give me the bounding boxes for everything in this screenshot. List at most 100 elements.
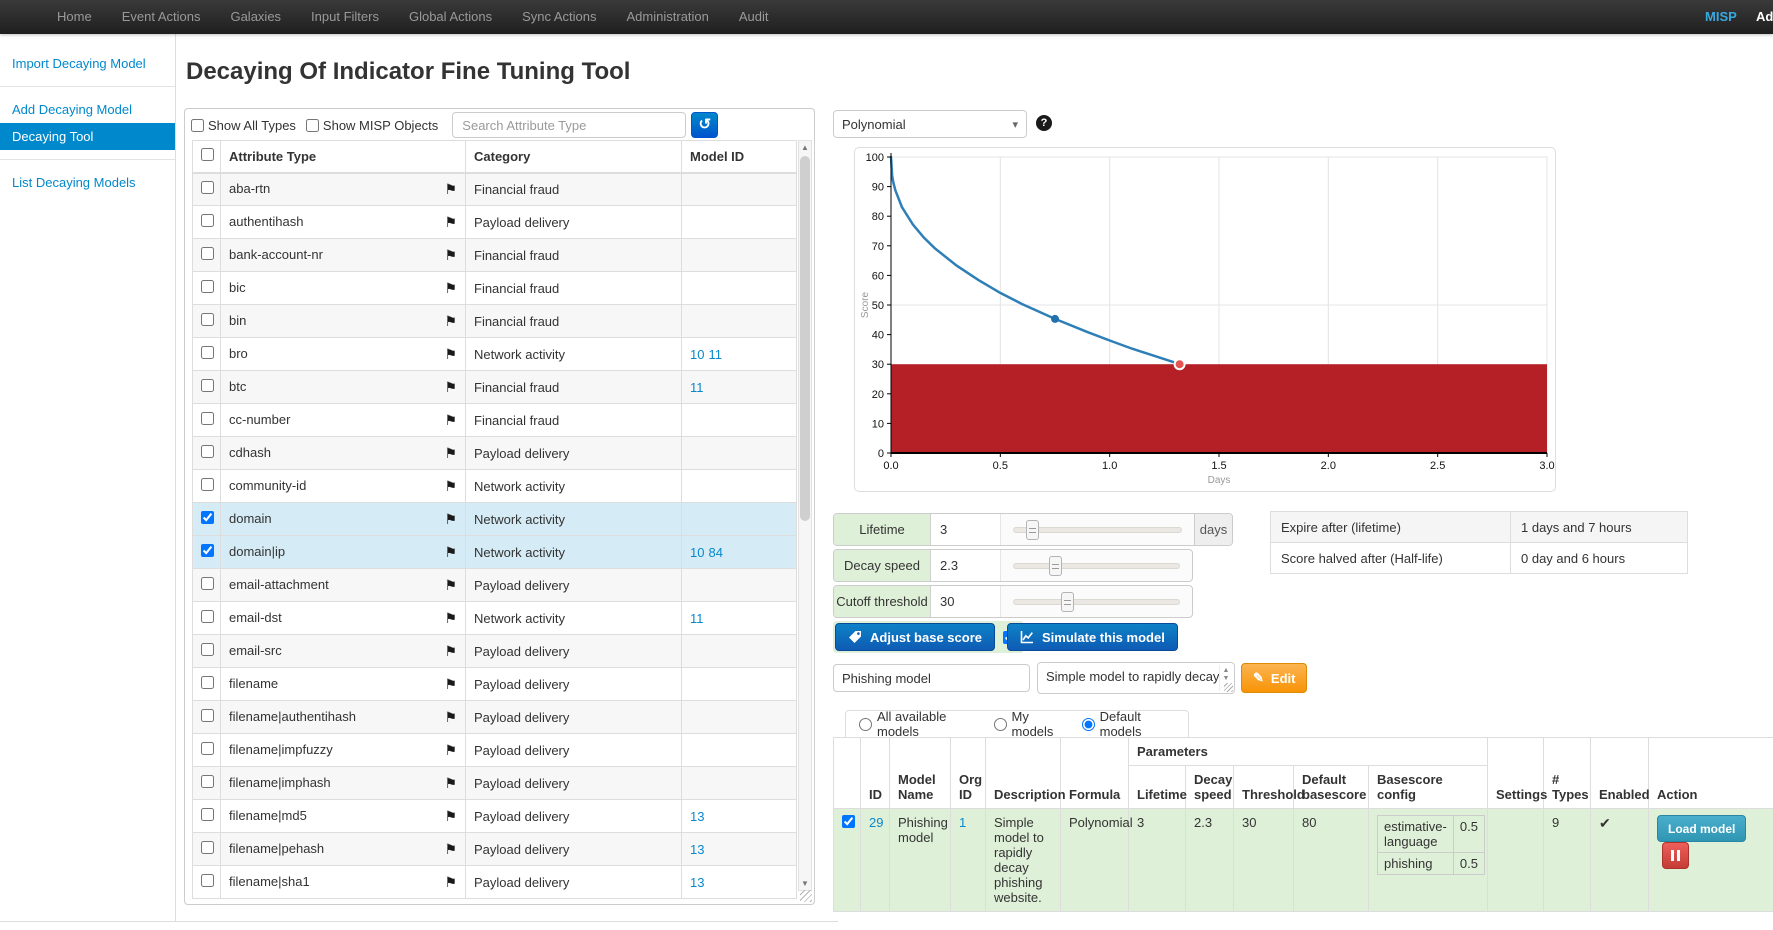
attribute-row-checkbox[interactable]	[201, 181, 214, 194]
textarea-resize-grip[interactable]	[1224, 683, 1233, 692]
flag-icon[interactable]: ⚑	[444, 808, 457, 825]
model-description-textarea[interactable]: Simple model to rapidly decay ▲▼	[1037, 662, 1235, 694]
panel-resize-grip[interactable]	[800, 890, 812, 902]
attribute-table-scrollbar[interactable]: ▲ ▼	[798, 140, 812, 891]
attribute-row[interactable]: community-id⚑Network activity	[193, 470, 797, 503]
flag-icon[interactable]: ⚑	[444, 181, 457, 198]
model-id-link[interactable]: 13	[690, 875, 704, 890]
attribute-row-checkbox[interactable]	[201, 643, 214, 656]
flag-icon[interactable]: ⚑	[444, 346, 457, 363]
formula-select[interactable]: Polynomial ▾	[833, 110, 1027, 138]
flag-icon[interactable]: ⚑	[444, 379, 457, 396]
slider-value-input[interactable]: 3	[931, 514, 1001, 545]
radio-all-available-models[interactable]	[859, 718, 872, 731]
slider-track[interactable]	[1013, 599, 1180, 605]
radio-default-models[interactable]	[1082, 718, 1095, 731]
edit-model-button[interactable]: ✎ Edit	[1241, 663, 1307, 693]
attribute-row-checkbox[interactable]	[201, 478, 214, 491]
model-id-link[interactable]: 13	[690, 842, 704, 857]
search-attribute-input[interactable]	[452, 112, 686, 138]
model-id-link[interactable]: 84	[708, 545, 722, 560]
slider-track[interactable]	[1013, 563, 1180, 569]
attribute-row-checkbox[interactable]	[201, 709, 214, 722]
show-misp-objects-label[interactable]: Show MISP Objects	[323, 118, 438, 133]
attribute-row[interactable]: email-attachment⚑Payload delivery	[193, 569, 797, 602]
attribute-row-checkbox[interactable]	[201, 313, 214, 326]
flag-icon[interactable]: ⚑	[444, 511, 457, 528]
attribute-row-checkbox[interactable]	[201, 841, 214, 854]
attribute-row[interactable]: bic⚑Financial fraud	[193, 272, 797, 305]
help-icon[interactable]: ?	[1036, 115, 1052, 131]
slider-value-input[interactable]: 30	[931, 586, 1001, 617]
flag-icon[interactable]: ⚑	[444, 841, 457, 858]
decay-simulation-chart[interactable]: 01020304050607080901000.00.51.01.52.02.5…	[854, 147, 1556, 492]
flag-icon[interactable]: ⚑	[444, 544, 457, 561]
model-id-link[interactable]: 10	[690, 545, 704, 560]
slider-handle[interactable]	[1061, 592, 1074, 612]
attribute-row[interactable]: cdhash⚑Payload delivery	[193, 437, 797, 470]
attribute-row-checkbox[interactable]	[201, 511, 214, 524]
scrollbar-thumb[interactable]	[800, 156, 810, 521]
attribute-row[interactable]: email-src⚑Payload delivery	[193, 635, 797, 668]
model-id-link[interactable]: 11	[708, 347, 722, 362]
attribute-row-checkbox[interactable]	[201, 676, 214, 689]
show-all-types-label[interactable]: Show All Types	[208, 118, 296, 133]
select-all-checkbox[interactable]	[201, 148, 214, 161]
attribute-row[interactable]: filename|pehash⚑Payload delivery13	[193, 833, 797, 866]
model-name-input[interactable]	[833, 664, 1030, 692]
attribute-row[interactable]: bin⚑Financial fraud	[193, 305, 797, 338]
attribute-row-checkbox[interactable]	[201, 280, 214, 293]
attribute-row-checkbox[interactable]	[201, 808, 214, 821]
attribute-row-checkbox[interactable]	[201, 247, 214, 260]
radio-my-models[interactable]	[994, 718, 1007, 731]
attribute-row[interactable]: authentihash⚑Payload delivery	[193, 206, 797, 239]
attribute-row[interactable]: domain⚑Network activity	[193, 503, 797, 536]
model-row-phishing[interactable]: 29 Phishing model 1 Simple model to rapi…	[834, 809, 1773, 912]
model-id-link[interactable]: 11	[690, 611, 704, 626]
flag-icon[interactable]: ⚑	[444, 676, 457, 693]
attribute-row-checkbox[interactable]	[201, 214, 214, 227]
sidebar-item-decaying-tool[interactable]: Decaying Tool	[0, 123, 175, 150]
misp-brand-link[interactable]: MISP	[1705, 0, 1737, 34]
slider-track[interactable]	[1013, 527, 1182, 533]
nav-item-administration[interactable]: Administration	[612, 0, 724, 34]
user-menu[interactable]: Admin	[1756, 0, 1773, 34]
attribute-row[interactable]: filename|impfuzzy⚑Payload delivery	[193, 734, 797, 767]
attribute-row[interactable]: bro⚑Network activity1011	[193, 338, 797, 371]
flag-icon[interactable]: ⚑	[444, 643, 457, 660]
model-row-checkbox[interactable]	[842, 815, 855, 828]
radio-label[interactable]: All available models	[877, 709, 978, 739]
show-all-types-checkbox[interactable]	[191, 119, 204, 132]
attribute-row[interactable]: filename|sha1⚑Payload delivery13	[193, 866, 797, 899]
scrollbar-up-icon[interactable]: ▲	[799, 143, 811, 152]
attribute-row-checkbox[interactable]	[201, 742, 214, 755]
flag-icon[interactable]: ⚑	[444, 577, 457, 594]
model-id-link[interactable]: 13	[690, 809, 704, 824]
attribute-row-checkbox[interactable]	[201, 874, 214, 887]
scrollbar-down-icon[interactable]: ▼	[799, 879, 811, 888]
radio-label[interactable]: My models	[1012, 709, 1066, 739]
radio-label[interactable]: Default models	[1100, 709, 1175, 739]
flag-icon[interactable]: ⚑	[444, 445, 457, 462]
attribute-row[interactable]: filename⚑Payload delivery	[193, 668, 797, 701]
sidebar-item-import-decaying-model[interactable]: Import Decaying Model	[0, 50, 175, 77]
flag-icon[interactable]: ⚑	[444, 280, 457, 297]
model-orgid-link[interactable]: 1	[959, 815, 966, 830]
model-id-link[interactable]: 11	[690, 380, 704, 395]
attribute-row[interactable]: filename|imphash⚑Payload delivery	[193, 767, 797, 800]
attribute-row-checkbox[interactable]	[201, 610, 214, 623]
attribute-row-checkbox[interactable]	[201, 346, 214, 359]
nav-item-input-filters[interactable]: Input Filters	[296, 0, 394, 34]
flag-icon[interactable]: ⚑	[444, 313, 457, 330]
attribute-row[interactable]: btc⚑Financial fraud11	[193, 371, 797, 404]
adjust-base-score-button[interactable]: Adjust base score	[835, 623, 995, 651]
flag-icon[interactable]: ⚑	[444, 874, 457, 891]
nav-item-sync-actions[interactable]: Sync Actions	[507, 0, 611, 34]
attribute-row[interactable]: filename|md5⚑Payload delivery13	[193, 800, 797, 833]
flag-icon[interactable]: ⚑	[444, 775, 457, 792]
attribute-row[interactable]: domain|ip⚑Network activity1084	[193, 536, 797, 569]
slider-handle[interactable]	[1026, 520, 1039, 540]
pause-model-button[interactable]	[1662, 842, 1689, 869]
flag-icon[interactable]: ⚑	[444, 412, 457, 429]
slider-value-input[interactable]: 2.3	[931, 550, 1001, 581]
